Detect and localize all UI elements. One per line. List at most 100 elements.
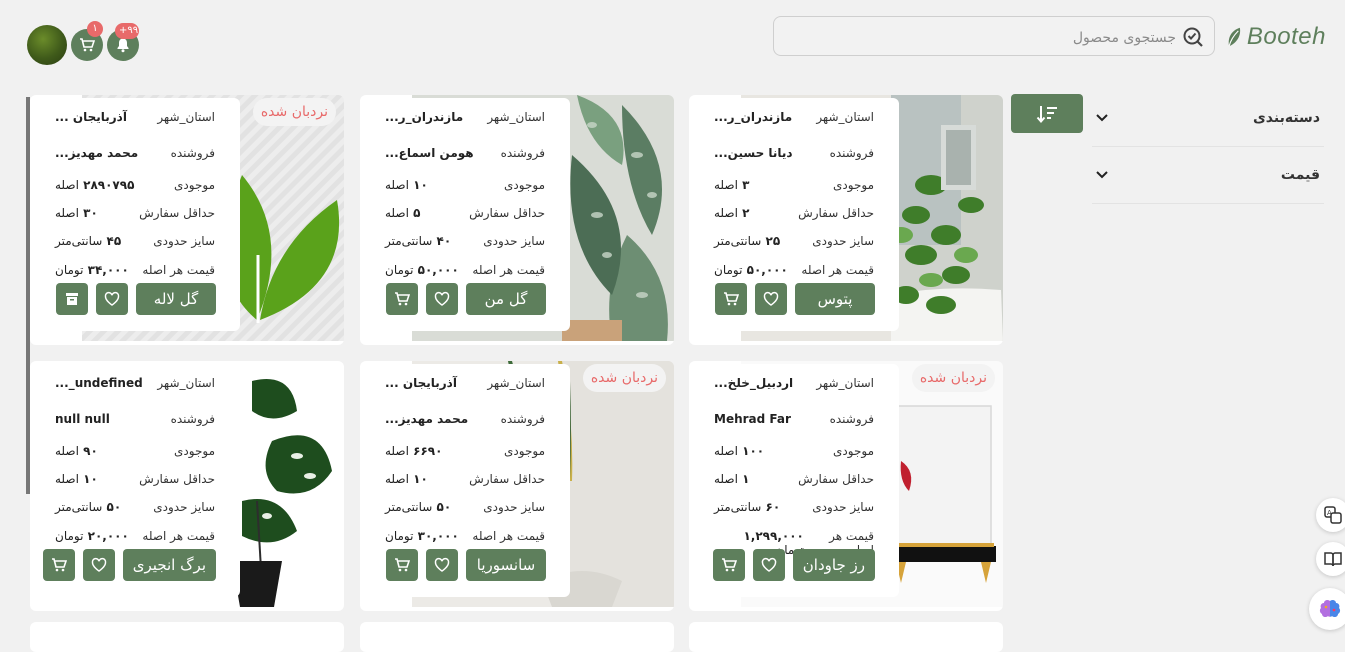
product-card[interactable]: نردبان شده استان_شهر آذربایجان ... فروشن… — [360, 361, 674, 611]
product-card-partial — [30, 622, 344, 652]
favorite-button[interactable] — [96, 283, 128, 315]
info-label: حداقل سفارش — [139, 206, 215, 220]
search-input[interactable] — [794, 25, 1178, 51]
product-name-button[interactable]: گل لاله — [136, 283, 216, 315]
brand-name: Booteh — [1246, 23, 1326, 50]
info-value: مازندران_ر... — [714, 110, 793, 124]
favorite-button[interactable] — [426, 283, 458, 315]
info-value: ۴۰ سانتی‌متر — [385, 234, 452, 248]
info-value: ۲۵ سانتی‌متر — [714, 234, 781, 248]
info-value: ۱۰۰ اصله — [714, 444, 765, 458]
info-row-province: استان_شهر آذربایجان ... — [385, 376, 545, 390]
product-name-button[interactable]: گل من — [466, 283, 546, 315]
info-value: محمد مهدیز... — [385, 412, 469, 426]
add-to-cart-button[interactable] — [386, 283, 418, 315]
add-to-cart-button[interactable] — [712, 549, 745, 581]
product-name-button[interactable]: سانسوریا — [466, 549, 546, 581]
product-card-partial — [360, 622, 674, 652]
search-box[interactable] — [773, 16, 1215, 56]
info-row-price: قیمت هر اصله ۳۰,۰۰۰ تومان — [385, 529, 545, 543]
info-value: ۹۰ اصله — [55, 444, 98, 458]
heart-icon — [763, 291, 779, 306]
favorite-button[interactable] — [82, 549, 115, 581]
info-row-province: استان_شهر مازندران_ر... — [385, 110, 545, 124]
filter-category[interactable]: دسته‌بندی — [1092, 90, 1324, 147]
info-row-stock: موجودی ۶۶۹۰ اصله — [385, 444, 545, 458]
info-value: ۲۸۹۰۷۹۵ اصله — [55, 178, 135, 192]
favorite-button[interactable] — [755, 283, 787, 315]
product-card[interactable]: استان_شهر مازندران_ر... فروشنده هومن اسم… — [360, 95, 674, 345]
info-label: فروشنده — [500, 146, 545, 160]
add-to-cart-button[interactable] — [386, 549, 418, 581]
info-label: موجودی — [833, 178, 874, 192]
card-actions: گل لاله — [56, 283, 216, 315]
assistant-button[interactable] — [1309, 588, 1345, 630]
product-card[interactable]: استان_شهر undefined_... فروشنده null nul… — [30, 361, 344, 611]
svg-text:A: A — [1327, 509, 1332, 517]
info-row-seller: فروشنده هومن اسماع... — [385, 146, 545, 160]
info-label: استان_شهر — [157, 110, 215, 124]
sort-button[interactable] — [1011, 94, 1083, 133]
translate-button[interactable]: A — [1316, 498, 1345, 532]
info-label: سایز حدودی — [812, 234, 874, 248]
heart-icon — [434, 557, 450, 572]
info-row-seller: فروشنده null null — [55, 412, 215, 426]
product-name-button[interactable]: برگ انجیری — [122, 549, 216, 581]
filters-panel: دسته‌بندی قیمت — [1092, 90, 1324, 204]
info-label: فروشنده — [829, 146, 874, 160]
cart-icon — [51, 558, 67, 572]
bell-icon — [117, 38, 129, 53]
favorite-button[interactable] — [426, 549, 458, 581]
info-label: فروشنده — [829, 412, 874, 426]
info-value: ۵۰,۰۰۰ تومان — [385, 263, 459, 277]
info-label: قیمت هر اصله — [142, 263, 215, 277]
info-label: فروشنده — [170, 412, 215, 426]
info-value: دیانا حسین... — [714, 146, 793, 160]
product-info-panel: استان_شهر اردبیل_خلخ... فروشنده Mehrad F… — [689, 364, 899, 597]
brand-logo[interactable]: Booteh — [1226, 20, 1326, 54]
product-name-button[interactable]: رز جاودان — [792, 549, 875, 581]
info-row-province: استان_شهر مازندران_ر... — [714, 110, 874, 124]
heart-icon — [91, 557, 107, 572]
product-info-panel: استان_شهر مازندران_ر... فروشنده هومن اسم… — [360, 98, 570, 331]
info-row-size: سایز حدودی ۴۰ سانتی‌متر — [385, 234, 545, 248]
product-info-panel: استان_شهر آذربایجان ... فروشنده محمد مهد… — [30, 98, 240, 331]
archive-button[interactable] — [56, 283, 88, 315]
info-row-price: قیمت هر اصله ۲۰,۰۰۰ تومان — [55, 529, 215, 543]
reader-button[interactable] — [1316, 542, 1345, 576]
add-to-cart-button[interactable] — [42, 549, 75, 581]
info-value: ۳۴,۰۰۰ تومان — [55, 263, 129, 277]
info-row-province: استان_شهر آذربایجان ... — [55, 110, 215, 124]
info-label: استان_شهر — [816, 110, 874, 124]
filter-price[interactable]: قیمت — [1092, 147, 1324, 204]
info-label: سایز حدودی — [483, 500, 545, 514]
info-label: سایز حدودی — [483, 234, 545, 248]
info-row-stock: موجودی ۱۰۰ اصله — [714, 444, 874, 458]
product-card[interactable]: نردبان شده استان_شهر آذربایجان ... فروشن… — [30, 95, 344, 345]
info-row-min-order: حداقل سفارش ۵ اصله — [385, 206, 545, 220]
info-value: ۱۰ اصله — [385, 178, 428, 192]
info-value: ۲ اصله — [714, 206, 750, 220]
user-avatar[interactable] — [27, 25, 67, 65]
product-name-button[interactable]: پتوس — [795, 283, 875, 315]
card-actions: سانسوریا — [386, 549, 546, 581]
info-value: undefined_... — [55, 376, 143, 390]
product-card[interactable]: نردبان شده استان_شهر اردبیل_خلخ... فروشن… — [689, 361, 1003, 611]
info-label: موجودی — [504, 444, 545, 458]
search-check-icon[interactable] — [1182, 26, 1204, 48]
info-value: ۱۰ اصله — [385, 472, 428, 486]
info-value: ۳ اصله — [714, 178, 750, 192]
translate-icon: A — [1324, 506, 1342, 524]
heart-icon — [104, 291, 120, 306]
favorite-button[interactable] — [752, 549, 785, 581]
info-label: استان_شهر — [157, 376, 215, 390]
add-to-cart-button[interactable] — [715, 283, 747, 315]
product-card[interactable]: استان_شهر مازندران_ر... فروشنده دیانا حس… — [689, 95, 1003, 345]
info-label: استان_شهر — [816, 376, 874, 390]
notification-count-badge: +۹۹ — [115, 23, 139, 39]
info-row-price: قیمت هر اصله ۵۰,۰۰۰ تومان — [714, 263, 874, 277]
product-info-panel: استان_شهر آذربایجان ... فروشنده محمد مهد… — [360, 364, 570, 597]
info-row-size: سایز حدودی ۵۰ سانتی‌متر — [55, 500, 215, 514]
cart-icon — [80, 38, 95, 52]
info-row-seller: فروشنده دیانا حسین... — [714, 146, 874, 160]
